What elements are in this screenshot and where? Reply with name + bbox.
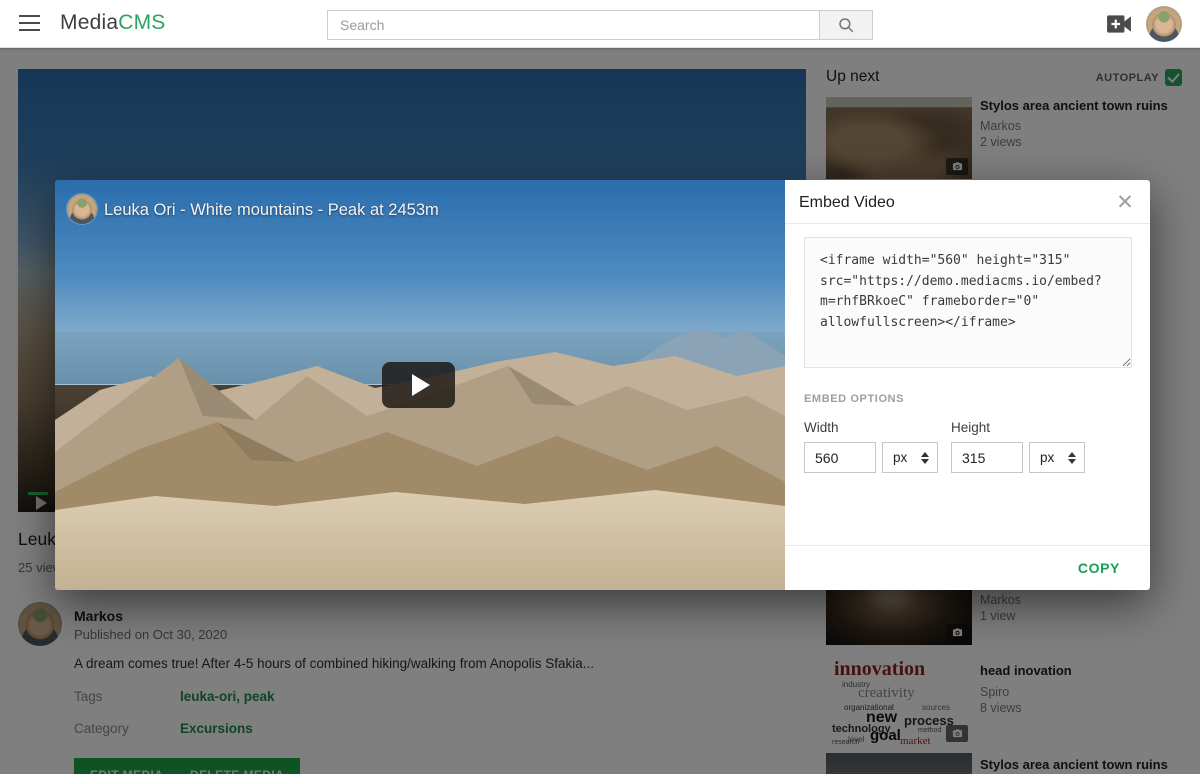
- width-label: Width: [804, 420, 938, 435]
- page: Leuka Ori - White mountains - Peak at 24…: [0, 0, 1200, 774]
- height-unit-value: px: [1040, 450, 1054, 465]
- width-field: Width px: [804, 420, 938, 473]
- copy-button[interactable]: COPY: [1078, 560, 1120, 576]
- stepper-arrows-icon: [921, 452, 929, 464]
- modal-footer: COPY: [785, 545, 1150, 590]
- embed-video-modal: Leuka Ori - White mountains - Peak at 24…: [55, 180, 1150, 590]
- user-avatar[interactable]: [1146, 6, 1182, 42]
- upload-media-button[interactable]: [1106, 13, 1132, 35]
- modal-title: Embed Video: [799, 194, 895, 212]
- hamburger-menu-icon[interactable]: [19, 15, 40, 32]
- height-unit-select[interactable]: px: [1029, 442, 1085, 473]
- preview-channel-avatar[interactable]: [67, 194, 97, 224]
- brand-media: Media: [60, 11, 118, 34]
- divider: [785, 223, 1150, 224]
- videocam-plus-icon: [1106, 13, 1132, 35]
- width-unit-select[interactable]: px: [882, 442, 938, 473]
- width-input[interactable]: [804, 442, 876, 473]
- embed-preview-player[interactable]: Leuka Ori - White mountains - Peak at 24…: [55, 180, 785, 590]
- brand-cms: CMS: [118, 11, 165, 34]
- search-bar: [327, 10, 873, 40]
- embed-code-textarea[interactable]: <iframe width="560" height="315" src="ht…: [804, 237, 1132, 368]
- stepper-arrows-icon: [1068, 452, 1076, 464]
- close-icon[interactable]: ✕: [1112, 190, 1138, 216]
- preview-video-title: Leuka Ori - White mountains - Peak at 24…: [104, 201, 439, 220]
- play-button[interactable]: [382, 362, 455, 408]
- height-label: Height: [951, 420, 1085, 435]
- height-field: Height px: [951, 420, 1085, 473]
- height-input[interactable]: [951, 442, 1023, 473]
- search-button[interactable]: [819, 10, 873, 40]
- embed-options-panel: Embed Video ✕ <iframe width="560" height…: [785, 180, 1150, 590]
- top-app-bar: MediaCMS: [0, 0, 1200, 48]
- brand-logo[interactable]: MediaCMS: [60, 11, 165, 35]
- width-unit-value: px: [893, 450, 907, 465]
- embed-options-label: EMBED OPTIONS: [804, 393, 904, 405]
- search-icon: [837, 16, 855, 34]
- search-input[interactable]: [327, 10, 819, 40]
